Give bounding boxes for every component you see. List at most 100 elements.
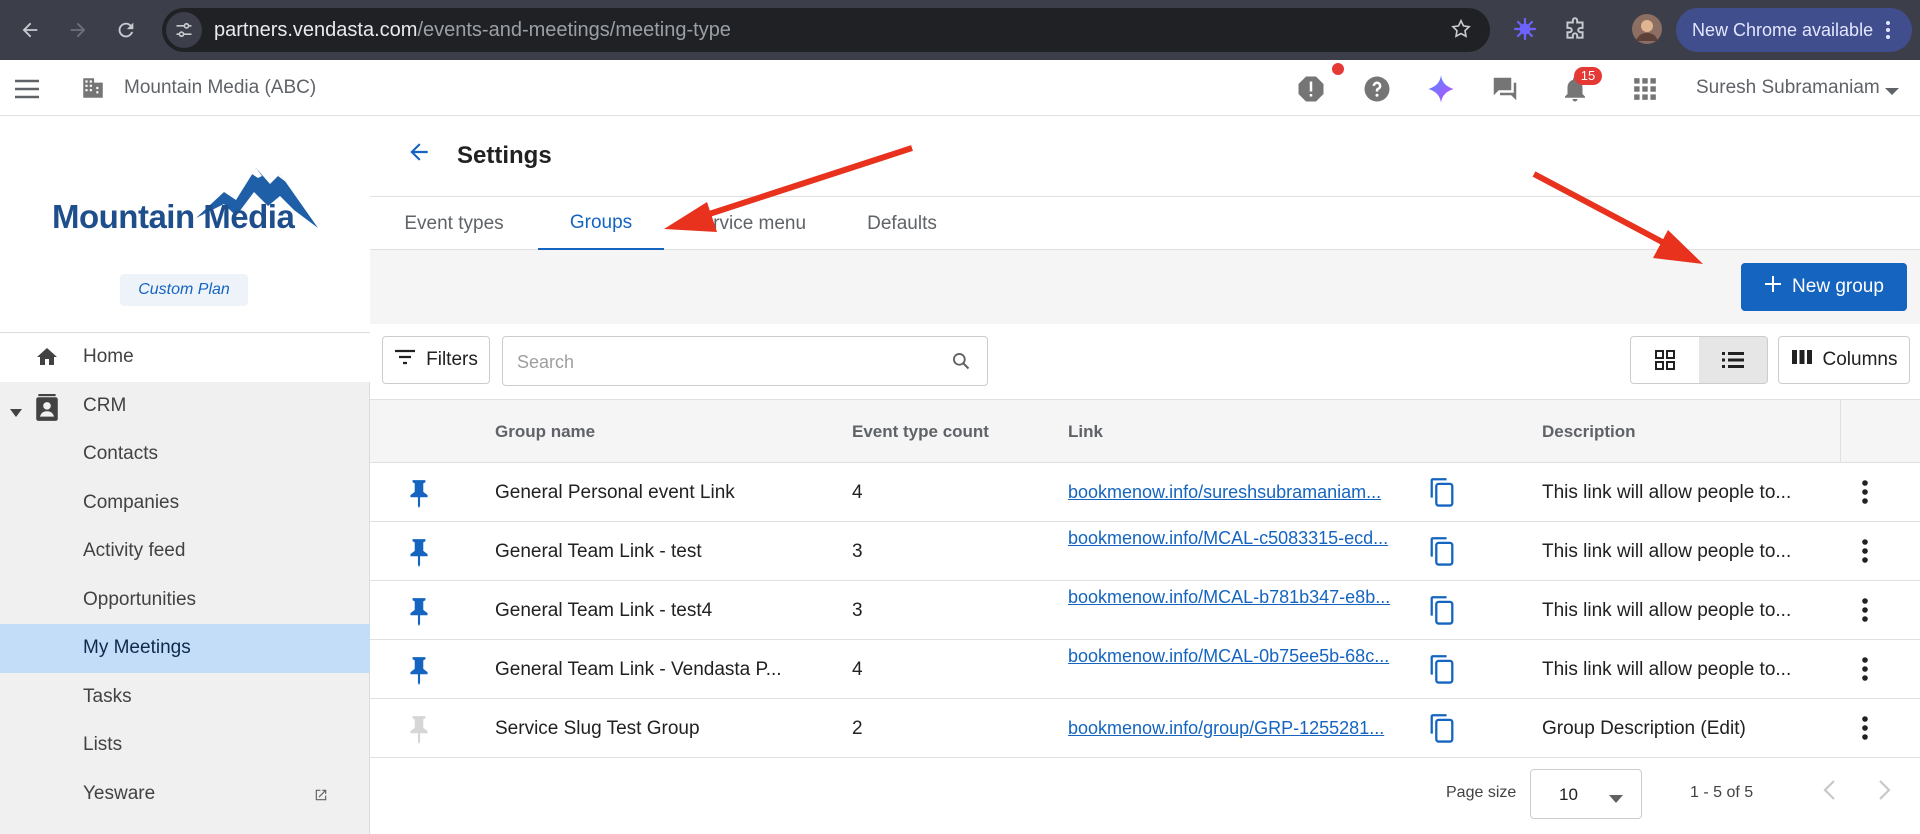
back-arrow-icon[interactable] <box>406 139 432 170</box>
menu-icon[interactable] <box>14 78 40 105</box>
sidebar-item-yesware[interactable]: Yesware <box>0 770 370 819</box>
chevron-right-icon[interactable] <box>1876 778 1892 807</box>
reload-icon[interactable] <box>106 10 146 50</box>
group-link[interactable]: bookmenow.info/group/GRP-1255281... <box>1068 715 1410 741</box>
event-type-count: 4 <box>852 659 863 680</box>
pin-icon[interactable] <box>406 478 432 514</box>
user-menu[interactable]: Suresh Subramaniam <box>1696 77 1880 99</box>
sidebar-item-activity-feed[interactable]: Activity feed <box>0 527 370 576</box>
group-link[interactable]: bookmenow.info/MCAL-0b75ee5b-68c... <box>1068 643 1410 669</box>
filters-button[interactable]: Filters <box>382 336 490 384</box>
table-row: General Team Link - test4 3 bookmenow.in… <box>370 581 1920 640</box>
page-size-label: Page size <box>1446 784 1517 801</box>
action-band <box>370 250 1920 324</box>
pin-outline-icon[interactable] <box>406 714 432 750</box>
notification-badge: 15 <box>1574 67 1602 85</box>
sidebar-item-label: Companies <box>83 491 180 513</box>
group-link[interactable]: bookmenow.info/MCAL-b781b347-e8b... <box>1068 584 1410 610</box>
more-vert-icon[interactable] <box>1860 537 1870 571</box>
list-view-icon[interactable] <box>1699 337 1767 383</box>
plus-icon <box>1764 275 1782 299</box>
sidebar-item-label: CRM <box>83 394 127 416</box>
columns-button[interactable]: Columns <box>1778 336 1910 384</box>
url-text: partners.vendasta.com/events-and-meeting… <box>214 18 731 41</box>
bookmark-star-icon[interactable] <box>1450 18 1472 45</box>
back-icon[interactable] <box>10 10 50 50</box>
search-icon[interactable] <box>951 351 971 376</box>
search-field[interactable] <box>502 336 988 386</box>
brand-panel: Mountain Media Custom Plan <box>0 116 370 333</box>
header-description[interactable]: Description <box>1542 422 1636 442</box>
more-vert-icon[interactable] <box>1860 478 1870 512</box>
business-name[interactable]: Mountain Media (ABC) <box>124 77 316 99</box>
forward-icon[interactable] <box>58 10 98 50</box>
more-vert-icon[interactable] <box>1860 714 1870 748</box>
tab-defaults[interactable]: Defaults <box>832 197 972 251</box>
alert-icon[interactable] <box>1296 74 1326 104</box>
group-description: This link will allow people to... <box>1542 541 1792 562</box>
site-settings-icon[interactable] <box>166 12 202 48</box>
main-content: Settings Event types Groups Service menu… <box>370 116 1920 834</box>
search-input[interactable] <box>517 349 937 375</box>
chat-icon[interactable] <box>1490 74 1520 104</box>
alert-dot <box>1332 63 1344 75</box>
event-type-count: 4 <box>852 482 863 503</box>
header-link[interactable]: Link <box>1068 422 1103 442</box>
help-icon[interactable] <box>1362 74 1392 104</box>
table-row: General Personal event Link 4 bookmenow.… <box>370 463 1920 522</box>
group-link[interactable]: bookmenow.info/MCAL-c5083315-ecd... <box>1068 525 1410 551</box>
copy-icon[interactable] <box>1428 595 1456 633</box>
ai-sparkle-icon[interactable] <box>1426 74 1456 104</box>
pin-icon[interactable] <box>406 655 432 691</box>
copy-icon[interactable] <box>1428 477 1456 515</box>
new-chrome-available-button[interactable]: New Chrome available <box>1676 8 1912 52</box>
sidebar-item-label: Activity feed <box>83 540 186 562</box>
copy-icon[interactable] <box>1428 713 1456 751</box>
tab-groups[interactable]: Groups <box>538 197 664 251</box>
sidebar-item-contacts[interactable]: Contacts <box>0 430 370 479</box>
more-vert-icon[interactable] <box>1860 596 1870 630</box>
sidebar-item-label: My Meetings <box>83 637 191 659</box>
more-vert-icon[interactable] <box>1860 655 1870 689</box>
sidebar-item-lists[interactable]: Lists <box>0 721 370 770</box>
chevron-left-icon[interactable] <box>1822 778 1838 807</box>
sidebar-item-companies[interactable]: Companies <box>0 479 370 528</box>
sidebar-item-label: Opportunities <box>83 588 197 610</box>
group-name: Service Slug Test Group <box>495 718 700 739</box>
grid-view-icon[interactable] <box>1631 337 1699 383</box>
sidebar-item-crm[interactable]: CRM <box>0 382 370 431</box>
paginator: Page size 10 1 - 5 of 5 <box>370 760 1920 822</box>
tab-event-types[interactable]: Event types <box>370 197 538 251</box>
address-bar[interactable]: partners.vendasta.com/events-and-meeting… <box>162 8 1490 52</box>
sidebar-item-tasks[interactable]: Tasks <box>0 673 370 722</box>
apps-grid-icon[interactable] <box>1630 74 1660 104</box>
copy-icon[interactable] <box>1428 536 1456 574</box>
group-name: General Team Link - Vendasta P... <box>495 659 782 680</box>
group-link[interactable]: bookmenow.info/sureshsubramaniam... <box>1068 479 1410 505</box>
tab-service-menu[interactable]: Service menu <box>664 197 832 251</box>
settings-tabs: Event types Groups Service menu Defaults <box>370 196 1920 251</box>
group-name: General Personal event Link <box>495 482 735 503</box>
page-size-select[interactable]: 10 <box>1530 769 1642 819</box>
group-name: General Team Link - test4 <box>495 600 713 621</box>
profile-avatar[interactable] <box>1632 14 1662 49</box>
page-title: Settings <box>457 142 552 169</box>
extensions-icon[interactable] <box>1562 16 1588 47</box>
new-group-button[interactable]: New group <box>1741 263 1907 311</box>
copy-icon[interactable] <box>1428 654 1456 692</box>
more-vert-icon <box>1878 18 1898 47</box>
extension-puzzle-color-icon[interactable] <box>1512 16 1538 47</box>
header-group-name[interactable]: Group name <box>495 422 595 442</box>
home-icon <box>34 345 60 375</box>
header-event-type-count[interactable]: Event type count <box>852 422 989 442</box>
contacts-icon <box>34 393 60 428</box>
event-type-count: 3 <box>852 600 863 621</box>
sidebar-item-my-meetings[interactable]: My Meetings <box>0 624 370 673</box>
pin-icon[interactable] <box>406 596 432 632</box>
chevron-down-icon[interactable] <box>1884 84 1900 102</box>
groups-table: Group name Event type count Link Descrip… <box>370 399 1920 758</box>
sidebar-item-home[interactable]: Home <box>0 333 370 382</box>
pin-icon[interactable] <box>406 537 432 573</box>
table-row: General Team Link - Vendasta P... 4 book… <box>370 640 1920 699</box>
sidebar-item-opportunities[interactable]: Opportunities <box>0 576 370 625</box>
